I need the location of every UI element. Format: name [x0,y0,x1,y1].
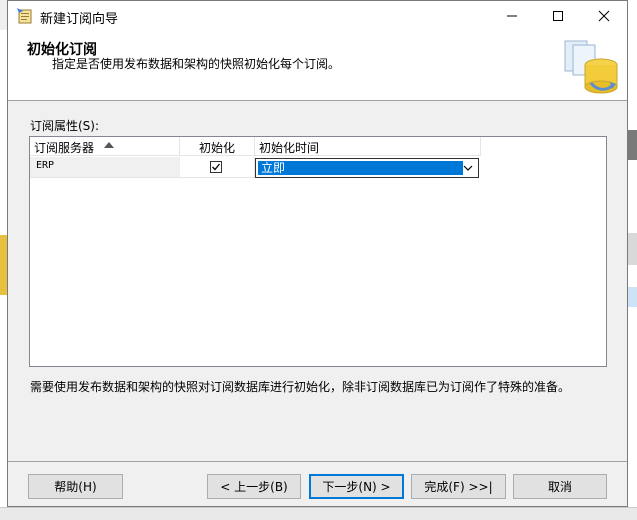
initialize-cell [180,157,255,178]
window-title: 新建订阅向导 [40,12,119,27]
subscription-properties-label: 订阅属性(S): [30,119,100,133]
background-window-left [0,30,7,519]
help-button[interactable]: 帮助(H) [28,474,123,499]
background-window-right [628,0,637,519]
init-time-cell: 立即 [255,157,481,178]
minimize-button[interactable] [489,1,535,31]
background-block [628,130,637,160]
init-time-value: 立即 [258,161,463,175]
initialization-note: 需要使用发布数据和架构的快照对订阅数据库进行初始化，除非订阅数据库已为订阅作了特… [30,380,571,394]
initialize-checkbox[interactable] [210,161,222,173]
next-button[interactable]: 下一步(N) > [309,474,404,499]
cancel-button[interactable]: 取消 [513,474,607,499]
grid-header: 订阅服务器 初始化 初始化时间 [30,137,501,157]
button-separator [8,461,627,462]
subscriber-cell[interactable]: ERP [30,157,180,178]
background-block [628,233,637,265]
database-graphic [564,40,618,94]
wizard-header: 初始化订阅 指定是否使用发布数据和架构的快照初始化每个订阅。 [8,31,627,101]
column-header-label: 初始化 [198,141,235,155]
wizard-window: 新建订阅向导 初始化订阅 指定是否使用发布数据和架构的快照初始化每个订阅。 订阅… [7,0,628,507]
minimize-icon [507,15,517,17]
checkbox-checked-icon [212,163,221,171]
sort-ascending-icon [104,142,114,148]
subscription-properties-grid[interactable]: 订阅服务器 初始化 初始化时间 ERP 立即 [29,136,607,367]
chevron-down-icon [463,165,473,171]
column-header-subscriber[interactable]: 订阅服务器 [30,137,180,156]
close-icon [598,10,610,22]
background-block [628,287,637,307]
init-time-dropdown[interactable]: 立即 [255,158,479,178]
column-header-init-time[interactable]: 初始化时间 [255,137,481,156]
background-block [0,235,7,295]
maximize-button[interactable] [535,1,581,31]
close-button[interactable] [581,1,627,31]
finish-button[interactable]: 完成(F) >>| [411,474,506,499]
page-subtitle: 指定是否使用发布数据和架构的快照初始化每个订阅。 [52,57,341,71]
back-button[interactable]: < 上一步(B) [207,474,301,499]
title-bar[interactable]: 新建订阅向导 [8,1,627,31]
table-row[interactable]: ERP 立即 [30,157,481,179]
background-window-bottom [0,507,637,520]
column-header-initialize[interactable]: 初始化 [180,137,255,156]
column-header-label: 订阅服务器 [34,141,95,155]
maximize-icon [553,11,563,21]
column-header-label: 初始化时间 [259,141,320,155]
wizard-app-icon [17,8,32,24]
